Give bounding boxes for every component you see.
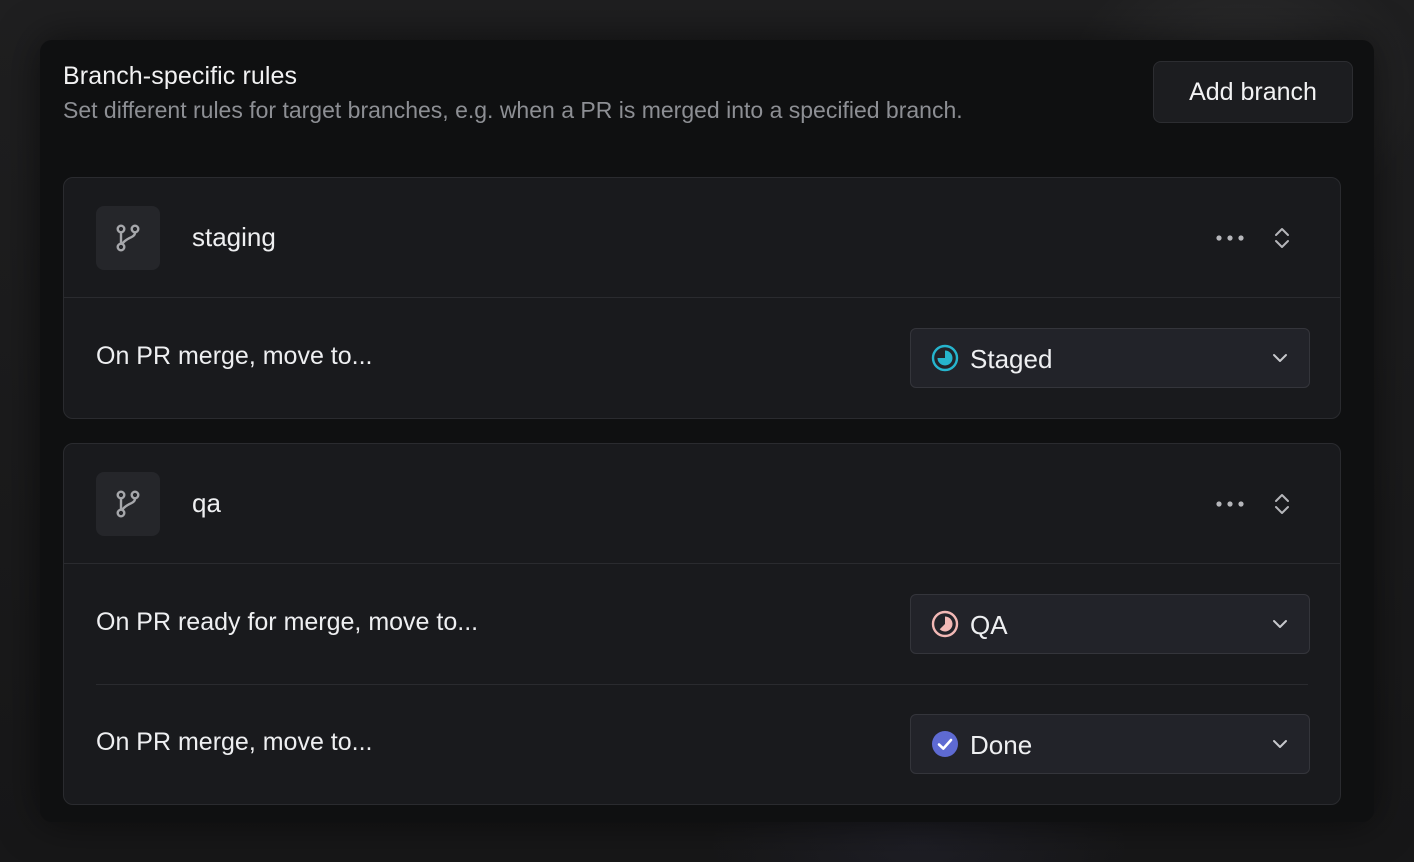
rule-label: On PR merge, move to... xyxy=(96,342,373,370)
section-subtitle: Set different rules for target branches,… xyxy=(63,97,963,123)
rule-label: On PR ready for merge, move to... xyxy=(96,608,479,636)
qa-status-icon xyxy=(931,610,959,638)
branch-card-staging: staging On PR merge, move to... Staged xyxy=(63,177,1341,419)
status-select-done[interactable]: Done xyxy=(910,714,1310,774)
status-select-qa[interactable]: QA xyxy=(910,594,1310,654)
chevron-down-icon xyxy=(1273,620,1287,628)
expand-collapse-icon[interactable] xyxy=(1268,223,1296,253)
selected-status: Done xyxy=(970,730,1033,760)
branch-card-header[interactable]: staging xyxy=(64,178,1340,298)
branch-rules-panel: Branch-specific rules Set different rule… xyxy=(40,40,1374,822)
more-options-icon[interactable] xyxy=(1212,489,1248,519)
rule-row: On PR merge, move to... Staged xyxy=(64,298,1340,418)
branch-card-header[interactable]: qa xyxy=(64,444,1340,564)
branch-name: qa xyxy=(192,488,221,518)
selected-status: Staged xyxy=(970,344,1053,374)
expand-collapse-icon[interactable] xyxy=(1268,489,1296,519)
done-status-icon xyxy=(932,731,958,757)
chevron-down-icon xyxy=(1273,740,1287,748)
rule-row: On PR merge, move to... Done xyxy=(64,684,1340,804)
more-options-icon[interactable] xyxy=(1212,223,1248,253)
git-branch-icon xyxy=(96,472,160,536)
rule-label: On PR merge, move to... xyxy=(96,728,373,756)
rule-row: On PR ready for merge, move to... QA xyxy=(64,564,1340,684)
chevron-down-icon xyxy=(1273,354,1287,362)
staged-status-icon xyxy=(931,344,959,372)
branch-card-qa: qa On PR ready for merge, move to... QA … xyxy=(63,443,1341,805)
selected-status: QA xyxy=(970,610,1008,640)
section-title: Branch-specific rules xyxy=(63,62,298,90)
add-branch-button[interactable]: Add branch xyxy=(1153,61,1353,123)
branch-name: staging xyxy=(192,222,276,252)
status-select-staged[interactable]: Staged xyxy=(910,328,1310,388)
git-branch-icon xyxy=(96,206,160,270)
